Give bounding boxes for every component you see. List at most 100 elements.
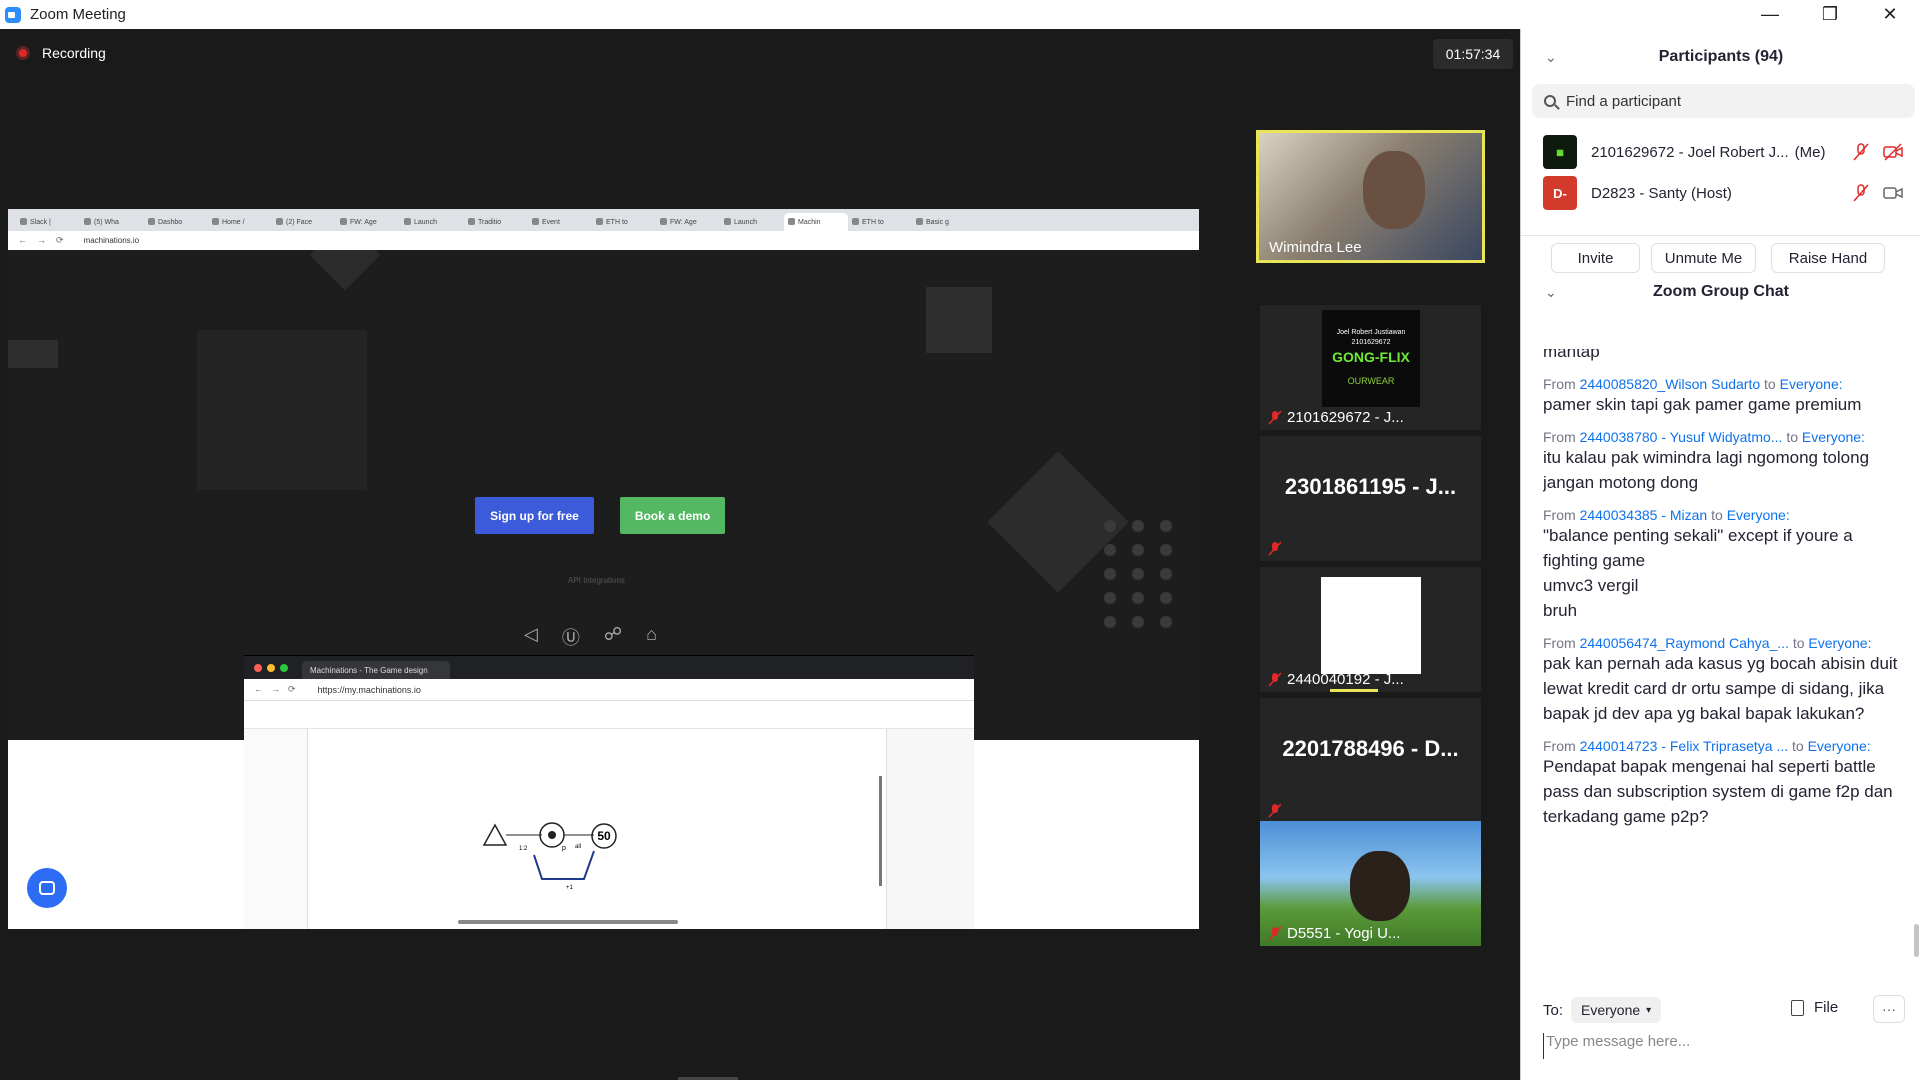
recording-indicator[interactable]: Recording bbox=[16, 45, 106, 61]
raise-hand-button[interactable]: Raise Hand bbox=[1771, 243, 1885, 273]
to-label: to bbox=[1786, 429, 1799, 445]
machinations-toolbar bbox=[244, 701, 974, 729]
video-tile[interactable]: 2440040192 - J... bbox=[1260, 567, 1481, 692]
deco-diamond bbox=[309, 250, 381, 291]
browser-tab[interactable]: FW: Age bbox=[656, 213, 720, 231]
chat-message: From 2440085820_Wilson Sudarto to Everyo… bbox=[1543, 376, 1903, 417]
sender-name[interactable]: 2440085820_Wilson Sudarto bbox=[1580, 376, 1761, 392]
signup-button[interactable]: Sign up for free bbox=[475, 497, 594, 534]
browser-tab[interactable]: Event bbox=[528, 213, 592, 231]
integration-icon: ☍ bbox=[603, 624, 623, 644]
invite-button[interactable]: Invite bbox=[1551, 243, 1640, 273]
participant-search-input[interactable]: Find a participant bbox=[1532, 84, 1915, 118]
browser-tab[interactable]: Traditio bbox=[464, 213, 528, 231]
browser-tab[interactable]: Dashbo bbox=[144, 213, 208, 231]
search-icon bbox=[1544, 95, 1556, 107]
participants-header[interactable]: ⌄ Participants (94) bbox=[1521, 42, 1920, 72]
edge-label-all: all bbox=[575, 844, 581, 850]
browser-tab[interactable]: Basic g bbox=[912, 213, 976, 231]
chevron-down-icon: ▾ bbox=[1646, 1004, 1652, 1016]
deco-rect bbox=[8, 340, 58, 368]
tile-name: 2101629672 - J... bbox=[1287, 409, 1404, 426]
sender-name[interactable]: 2440014723 - Felix Triprasetya ... bbox=[1580, 738, 1789, 754]
sender-name[interactable]: 2440056474_Raymond Cahya_... bbox=[1580, 635, 1789, 651]
chevron-down-icon[interactable]: ⌄ bbox=[1545, 49, 1557, 66]
browser-tab[interactable]: Home / bbox=[208, 213, 272, 231]
godot-icon: ⌂ bbox=[646, 624, 657, 644]
diagram-canvas[interactable]: 50 1:2 p all +1 bbox=[308, 729, 886, 929]
recipient-value: Everyone bbox=[1581, 1002, 1641, 1018]
tile-name: Wimindra Lee bbox=[1269, 239, 1362, 256]
shape-palette[interactable] bbox=[244, 729, 308, 929]
video-tile-active[interactable]: Wimindra Lee bbox=[1256, 130, 1485, 263]
pool-token bbox=[548, 831, 556, 839]
tile-name: D5551 - Yogi U... bbox=[1287, 925, 1401, 942]
browser-tab[interactable]: FW: Age bbox=[336, 213, 400, 231]
meeting-stage: Recording 01:57:34 Slack | (5) Wha Dashbo… bbox=[0, 29, 1520, 1080]
browser-url: machinations.io bbox=[83, 236, 140, 245]
mic-muted-icon[interactable] bbox=[1851, 184, 1871, 202]
video-tile[interactable]: 2201788496 - D... bbox=[1260, 698, 1481, 823]
browser-tab[interactable]: Launch bbox=[720, 213, 784, 231]
participant-tag: (Me) bbox=[1794, 143, 1826, 161]
source-node bbox=[482, 823, 508, 846]
chat-message-header: From 2440014723 - Felix Triprasetya ... … bbox=[1543, 738, 1903, 754]
mic-muted-icon bbox=[1268, 541, 1282, 556]
sender-name[interactable]: 2440038780 - Yusuf Widyatmo... bbox=[1580, 429, 1783, 445]
recipient-name[interactable]: Everyone: bbox=[1802, 429, 1865, 445]
mic-muted-icon[interactable] bbox=[1851, 143, 1871, 161]
browser-tab[interactable]: ETH to bbox=[848, 213, 912, 231]
unmute-me-button[interactable]: Unmute Me bbox=[1651, 243, 1756, 273]
chat-header[interactable]: ⌄ Zoom Group Chat bbox=[1521, 277, 1920, 307]
more-options-button[interactable]: ··· bbox=[1873, 995, 1905, 1023]
minimize-button[interactable]: — bbox=[1740, 0, 1800, 29]
recipient-name[interactable]: Everyone: bbox=[1727, 507, 1790, 523]
maximize-button[interactable]: ❐ bbox=[1800, 0, 1860, 29]
video-tile[interactable]: Joel Robert Justiawan 2101629672 GONG-FL… bbox=[1260, 305, 1481, 430]
browser-tab[interactable]: (2) Face bbox=[272, 213, 336, 231]
chevron-down-icon[interactable]: ⌄ bbox=[1545, 284, 1557, 301]
shared-screen[interactable]: Slack | (5) Wha Dashbo Home / (2) Face FW: A… bbox=[8, 209, 1199, 929]
poster-id: 2101629672 bbox=[1351, 339, 1391, 346]
value-label: 50 bbox=[597, 829, 611, 843]
browser-tab[interactable]: Launch bbox=[400, 213, 464, 231]
chat-scrollbar[interactable] bbox=[1913, 129, 1920, 989]
to-label: To: bbox=[1543, 1001, 1564, 1019]
video-tile[interactable]: D5551 - Yogi U... bbox=[1260, 821, 1481, 946]
chat-message-input[interactable]: Type message here... bbox=[1543, 1033, 1903, 1059]
to-label: to bbox=[1711, 507, 1723, 523]
video-off-icon[interactable] bbox=[1883, 143, 1903, 161]
recipient-name[interactable]: Everyone: bbox=[1780, 376, 1843, 392]
participant-row[interactable]: ▦ 2101629672 - Joel Robert J... (Me) bbox=[1543, 135, 1913, 169]
machinations-tab[interactable]: Machinations - The Game design bbox=[302, 661, 450, 679]
browser-tab[interactable]: Machin bbox=[784, 213, 848, 231]
chat-message-text: "balance penting sekali" except if youre… bbox=[1543, 526, 1853, 620]
chat-messages[interactable]: mantap From 2440085820_Wilson Sudarto to… bbox=[1543, 349, 1903, 969]
chat-message-header: From 2440038780 - Yusuf Widyatmo... to E… bbox=[1543, 429, 1903, 445]
file-button[interactable]: File bbox=[1791, 999, 1838, 1016]
sender-name[interactable]: 2440034385 - Mizan bbox=[1580, 507, 1708, 523]
window-title: Zoom Meeting bbox=[30, 6, 126, 23]
support-chat-icon[interactable] bbox=[27, 868, 67, 908]
participant-row[interactable]: D- D2823 - Santy (Host) bbox=[1543, 176, 1913, 210]
recipient-name[interactable]: Everyone: bbox=[1808, 738, 1871, 754]
properties-panel[interactable] bbox=[886, 729, 974, 929]
video-tile[interactable]: 2301861195 - J... bbox=[1260, 436, 1481, 561]
canvas-h-scrollbar[interactable] bbox=[458, 920, 678, 924]
inner-nav-icons: ←→⟳ bbox=[254, 684, 304, 694]
close-button[interactable]: ✕ bbox=[1860, 0, 1920, 29]
chat-message-header: From 2440034385 - Mizan to Everyone: bbox=[1543, 507, 1903, 523]
browser-tab[interactable]: (5) Wha bbox=[80, 213, 144, 231]
from-label: From bbox=[1543, 429, 1576, 445]
browser-tab[interactable]: ETH to bbox=[592, 213, 656, 231]
book-demo-button[interactable]: Book a demo bbox=[620, 497, 725, 534]
poster-brand: GONG-FLIX bbox=[1332, 349, 1410, 365]
browser-tab[interactable]: Slack | bbox=[16, 213, 80, 231]
video-icon[interactable] bbox=[1883, 184, 1903, 202]
mic-muted-icon bbox=[1268, 926, 1282, 941]
recipient-name[interactable]: Everyone: bbox=[1808, 635, 1871, 651]
recipient-select[interactable]: Everyone ▾ bbox=[1571, 997, 1662, 1023]
canvas-v-scrollbar[interactable] bbox=[879, 776, 882, 886]
tile-name: 2440040192 - J... bbox=[1287, 671, 1404, 688]
chat-message-text: Pendapat bapak mengenai hal seperti batt… bbox=[1543, 757, 1893, 826]
